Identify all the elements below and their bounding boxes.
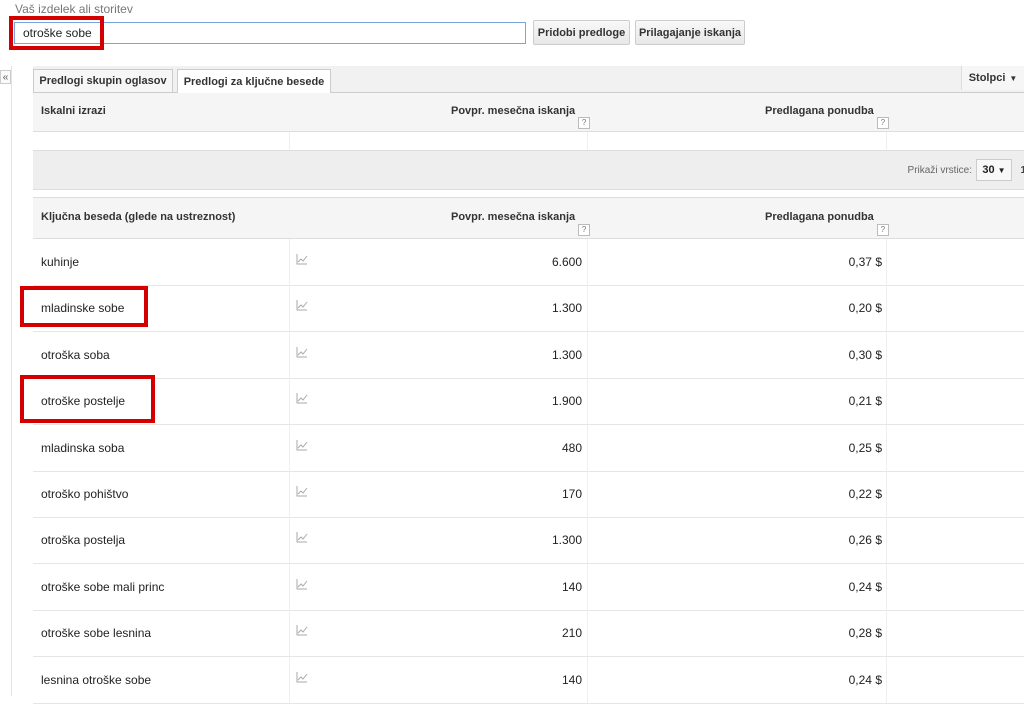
collapse-panel-button[interactable]: « xyxy=(0,70,11,84)
trend-chart-icon[interactable] xyxy=(296,346,308,358)
keyword-panel: Predlogi skupin oglasov Predlogi za klju… xyxy=(33,66,1024,704)
keyword-cell[interactable]: mladinska soba xyxy=(41,441,124,455)
header-bid-label: Predlagana ponudba xyxy=(765,211,874,223)
keyword-cell[interactable]: kuhinje xyxy=(41,255,79,269)
avg-searches-cell: 170 xyxy=(561,487,582,501)
header-avg-searches[interactable]: Povpr. mesečna iskanja? xyxy=(451,211,591,236)
avg-searches-cell: 1.300 xyxy=(551,301,582,316)
keyword-cell[interactable]: otroška postelja xyxy=(41,533,125,547)
product-label: Vaš izdelek ali storitev xyxy=(15,2,133,16)
rows-select[interactable]: 30 ▼ xyxy=(976,159,1012,181)
trend-chart-icon[interactable] xyxy=(296,392,308,404)
suggested-bid-cell: 0,37 $ xyxy=(848,255,882,269)
avg-searches-cell: 480 xyxy=(561,440,582,455)
header-suggested-bid[interactable]: Predlagana ponudba? xyxy=(765,105,889,129)
suggested-bid-cell: 0,24 $ xyxy=(848,579,882,594)
tab-keyword-ideas[interactable]: Predlogi za ključne besede xyxy=(177,69,331,93)
table-row: otroška soba 1.300 0,30 $ xyxy=(33,331,1024,379)
trend-chart-icon[interactable] xyxy=(296,531,308,543)
help-icon[interactable]: ? xyxy=(578,117,591,129)
trend-chart-icon[interactable] xyxy=(296,624,308,636)
search-input[interactable] xyxy=(14,22,526,44)
header-avg-label: Povpr. mesečna iskanja xyxy=(451,211,576,223)
keywords-header: Ključna beseda (glede na ustreznost) Pov… xyxy=(33,197,1024,239)
trend-chart-icon[interactable] xyxy=(296,299,308,311)
tab-ad-group-ideas[interactable]: Predlogi skupin oglasov xyxy=(33,69,173,92)
avg-searches-cell: 210 xyxy=(561,626,582,641)
search-terms-header: Iskalni izrazi Povpr. mesečna iskanja? P… xyxy=(33,93,1024,132)
keyword-cell[interactable]: otroške sobe mali princ xyxy=(41,580,164,594)
search-terms-row xyxy=(33,132,1024,151)
avg-searches-cell: 140 xyxy=(561,579,582,594)
header-bid-label: Predlagana ponudba xyxy=(765,105,874,117)
table-row: otroška postelja 1.300 0,26 $ xyxy=(33,517,1024,565)
avg-searches-cell: 1.300 xyxy=(551,533,582,548)
table-row: otroško pohištvo 170 0,22 $ xyxy=(33,471,1024,518)
help-icon[interactable]: ? xyxy=(578,224,591,236)
rows-value: 30 xyxy=(982,164,995,176)
suggested-bid-cell: 0,20 $ xyxy=(848,301,882,316)
keyword-cell[interactable]: otroške sobe lesnina xyxy=(41,626,151,640)
avg-searches-cell: 6.600 xyxy=(551,255,582,269)
help-icon[interactable]: ? xyxy=(876,117,889,129)
suggested-bid-cell: 0,28 $ xyxy=(848,626,882,641)
chevron-down-icon: ▼ xyxy=(1009,73,1018,83)
table-row: mladinska soba 480 0,25 $ xyxy=(33,424,1024,472)
trend-chart-icon[interactable] xyxy=(296,485,308,497)
table-row: mladinske sobe 1.300 0,20 $ xyxy=(33,285,1024,333)
suggested-bid-cell: 0,21 $ xyxy=(848,394,882,409)
header-suggested-bid[interactable]: Predlagana ponudba? xyxy=(765,211,889,236)
header-search-terms: Iskalni izrazi xyxy=(41,105,106,117)
header-keyword[interactable]: Ključna beseda (glede na ustreznost) xyxy=(41,211,235,223)
tab-bar: Predlogi skupin oglasov Predlogi za klju… xyxy=(33,66,1024,93)
keyword-cell[interactable]: otroško pohištvo xyxy=(41,487,128,501)
keyword-cell[interactable]: otroška soba xyxy=(41,348,110,362)
keyword-cell[interactable]: lesnina otroške sobe xyxy=(41,673,151,687)
keyword-cell[interactable]: mladinske sobe xyxy=(41,301,124,315)
get-ideas-button[interactable]: Pridobi predloge xyxy=(533,20,630,45)
chevron-down-icon: ▼ xyxy=(997,165,1006,175)
adjust-search-button[interactable]: Prilagajanje iskanja xyxy=(635,20,745,45)
suggested-bid-cell: 0,30 $ xyxy=(848,347,882,362)
header-avg-label: Povpr. mesečna iskanja xyxy=(451,105,576,117)
trend-chart-icon[interactable] xyxy=(296,439,308,451)
rows-label: Prikaži vrstice: xyxy=(907,165,972,176)
help-icon[interactable]: ? xyxy=(876,224,889,236)
divider xyxy=(11,66,12,696)
trend-chart-icon[interactable] xyxy=(296,253,308,265)
suggested-bid-cell: 0,24 $ xyxy=(848,672,882,687)
avg-searches-cell: 1.900 xyxy=(551,394,582,409)
rows-toolbar: Prikaži vrstice: 30 ▼ 1 xyxy=(33,150,1024,190)
header-avg-searches[interactable]: Povpr. mesečna iskanja? xyxy=(451,105,591,129)
suggested-bid-cell: 0,22 $ xyxy=(848,487,882,501)
table-row: otroške sobe mali princ 140 0,24 $ xyxy=(33,563,1024,611)
pagination-text: 1 xyxy=(1020,165,1024,176)
table-row: otroške sobe lesnina 210 0,28 $ xyxy=(33,610,1024,658)
trend-chart-icon[interactable] xyxy=(296,578,308,590)
table-row: kuhinje 6.600 0,37 $ xyxy=(33,239,1024,286)
table-row: lesnina otroške sobe 140 0,24 $ xyxy=(33,656,1024,704)
suggested-bid-cell: 0,26 $ xyxy=(848,533,882,548)
suggested-bid-cell: 0,25 $ xyxy=(848,440,882,455)
columns-button[interactable]: Stolpci ▼ xyxy=(961,66,1024,90)
trend-chart-icon[interactable] xyxy=(296,671,308,683)
avg-searches-cell: 140 xyxy=(561,672,582,687)
avg-searches-cell: 1.300 xyxy=(551,347,582,362)
columns-label: Stolpci xyxy=(968,72,1006,84)
keyword-cell[interactable]: otroške postelje xyxy=(41,394,125,408)
table-row: otroške postelje 1.900 0,21 $ xyxy=(33,378,1024,426)
